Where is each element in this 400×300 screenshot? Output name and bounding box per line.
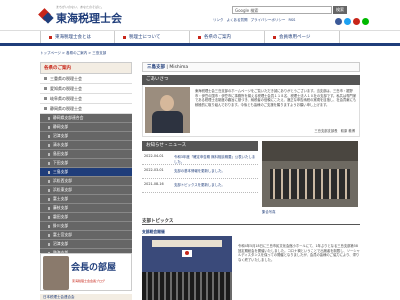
arrow-icon <box>48 197 50 201</box>
sidebar-sub-item[interactable]: 富士支部 <box>40 195 132 204</box>
nav-item-tax-accountant[interactable]: 税理士について <box>115 31 190 43</box>
arrow-icon <box>48 179 50 183</box>
nav-item-prefectures[interactable]: 各県のご案内 <box>190 31 265 43</box>
arrow-icon <box>44 77 47 80</box>
sns-icons <box>335 18 369 25</box>
topic-title: 支部総会開催 <box>142 229 165 234</box>
nav-item-members[interactable]: 会員専用ページ <box>265 31 340 43</box>
bullet-icon <box>273 35 276 39</box>
nav-item-about[interactable]: 東海税理士会とは <box>40 31 115 43</box>
president-blog-banner[interactable]: 会長の部屋 東海税理士会会長ブログ <box>40 253 132 291</box>
link-privacy[interactable]: プライバシーポリシー <box>251 18 286 24</box>
search-input[interactable]: Google 検索 <box>232 6 332 14</box>
sidebar: 各県のご案内 三重県の税理士会 愛知県の税理士会 岐阜県の税理士会 静岡県の税理… <box>40 62 132 258</box>
youtube-icon[interactable] <box>353 18 360 25</box>
topic-text: 令和4年5月18日に三島市民文化会館小ホールにて、1年ぶりとなる三島支部第58回… <box>238 244 360 262</box>
sidebar-item-aichi[interactable]: 愛知県の税理士会 <box>40 84 132 94</box>
page-title: 三島支部 | Mishima <box>142 62 360 72</box>
arrow-icon <box>48 233 50 237</box>
arrow-icon <box>44 87 47 90</box>
arrow-icon <box>44 107 47 110</box>
arrow-icon <box>48 125 50 129</box>
logo-tagline: まちがいのない、あなたのそばに。 <box>56 5 105 9</box>
site-logo[interactable]: まちがいのない、あなたのそばに。 東海税理士会 <box>38 5 122 26</box>
meeting-photo <box>142 236 232 300</box>
sidebar-item-gifu[interactable]: 岐阜県の税理士会 <box>40 94 132 104</box>
arrow-icon <box>48 134 50 138</box>
arrow-icon <box>48 242 50 246</box>
line-icon[interactable] <box>362 18 369 25</box>
news-item[interactable]: 2022-04-01 令和3年度「確定申告期 無料相談概要」公表いたしました。 <box>142 151 258 165</box>
sidebar-sub-item[interactable]: 沼津支部 <box>40 132 132 141</box>
arrow-icon <box>48 116 50 120</box>
sidebar-sub-item[interactable]: 富士宮支部 <box>40 231 132 240</box>
greeting-signature: 三島支部支部長 萩原 義博 <box>314 129 355 133</box>
global-nav: 東海税理士会とは 税理士について 各県のご案内 会員専用ページ <box>0 30 400 46</box>
greeting-heading: ごあいさつ <box>142 75 360 85</box>
arrow-icon <box>48 170 50 174</box>
arrow-icon <box>48 143 50 147</box>
sidebar-sub-item[interactable]: 静岡支部 <box>40 123 132 132</box>
greeting-box: 東海税理士会三島支部のホームページをご覧いただき誠にありがとうございます。当支部… <box>142 85 360 137</box>
sidebar-heading: 各県のご案内 <box>40 62 132 74</box>
arrow-icon <box>48 215 50 219</box>
utility-links: リンク よくある質問 プライバシーポリシー RSS <box>213 18 295 24</box>
president-photo <box>43 256 69 290</box>
group-photo-caption[interactable]: 集合写真 <box>262 209 276 214</box>
sidebar-sub-item[interactable]: 掛川支部 <box>40 222 132 231</box>
arrow-icon <box>48 152 50 156</box>
arrow-icon <box>48 161 50 165</box>
sidebar-sub-item[interactable]: 下田支部 <box>40 159 132 168</box>
logo-title: 東海税理士会 <box>56 12 122 25</box>
link-rss[interactable]: RSS <box>288 18 295 24</box>
bullet-icon <box>49 35 52 39</box>
link-faq[interactable]: よくある質問 <box>227 18 248 24</box>
sidebar-sub-item-active[interactable]: 三島支部 <box>40 168 132 177</box>
arrow-icon <box>44 97 47 100</box>
group-photo <box>262 141 358 207</box>
greeting-text: 東海税理士会三島支部のホームページをご覧いただき誠にありがとうございます。当支部… <box>195 89 357 107</box>
breadcrumb[interactable]: トップページ > 各県のご案内 > 三島支部 <box>40 51 106 56</box>
arrow-icon <box>48 224 50 228</box>
sidebar-item-shizuoka[interactable]: 静岡県の税理士会 <box>40 104 132 114</box>
search-button[interactable]: 検索 <box>333 6 347 14</box>
sidebar-sub-item[interactable]: 藤枝支部 <box>40 204 132 213</box>
flag-icon <box>182 250 192 257</box>
link-links[interactable]: リンク <box>213 18 224 24</box>
sidebar-sub-item[interactable]: 沼津支部 <box>40 240 132 249</box>
site-header: まちがいのない、あなたのそばに。 東海税理士会 Google 検索 検索 リンク… <box>0 0 400 30</box>
sidebar-sub-item[interactable]: 浜松東支部 <box>40 186 132 195</box>
branch-head-photo <box>145 87 190 133</box>
banner-title: 会長の部屋 <box>71 263 117 273</box>
facebook-icon[interactable] <box>335 18 342 25</box>
arrow-icon <box>48 188 50 192</box>
main-content: 三島支部 | Mishima ごあいさつ 東海税理士会三島支部のホームページをご… <box>142 62 360 227</box>
logo-mark-icon <box>38 7 54 24</box>
arrow-icon <box>48 206 50 210</box>
divider <box>142 224 360 225</box>
news-item[interactable]: 2021-08-16 支部トピックスを更新しました。 <box>142 179 258 193</box>
sidebar-sub-item[interactable]: 浜松西支部 <box>40 177 132 186</box>
twitter-icon[interactable] <box>344 18 351 25</box>
federation-banner[interactable]: 日本税理士会連合会 <box>40 294 132 300</box>
banner-subtitle: 東海税理士会会長ブログ <box>72 279 106 283</box>
sidebar-sub-item[interactable]: 島田支部 <box>40 150 132 159</box>
bullet-icon <box>123 35 126 39</box>
bullet-icon <box>198 35 201 39</box>
sidebar-sub-item[interactable]: 静岡県支部連合会 <box>40 114 132 123</box>
sidebar-item-mie[interactable]: 三重県の税理士会 <box>40 74 132 84</box>
sidebar-sub-item[interactable]: 清水支部 <box>40 141 132 150</box>
news-section: お知らせ・ニュース 2022-04-01 令和3年度「確定申告期 無料相談概要」公… <box>142 141 360 227</box>
news-heading: お知らせ・ニュース <box>142 141 258 151</box>
sidebar-sub-item[interactable]: 磐田支部 <box>40 213 132 222</box>
news-item[interactable]: 2022-03-01 支部の基本情報を更新しました。 <box>142 165 258 179</box>
